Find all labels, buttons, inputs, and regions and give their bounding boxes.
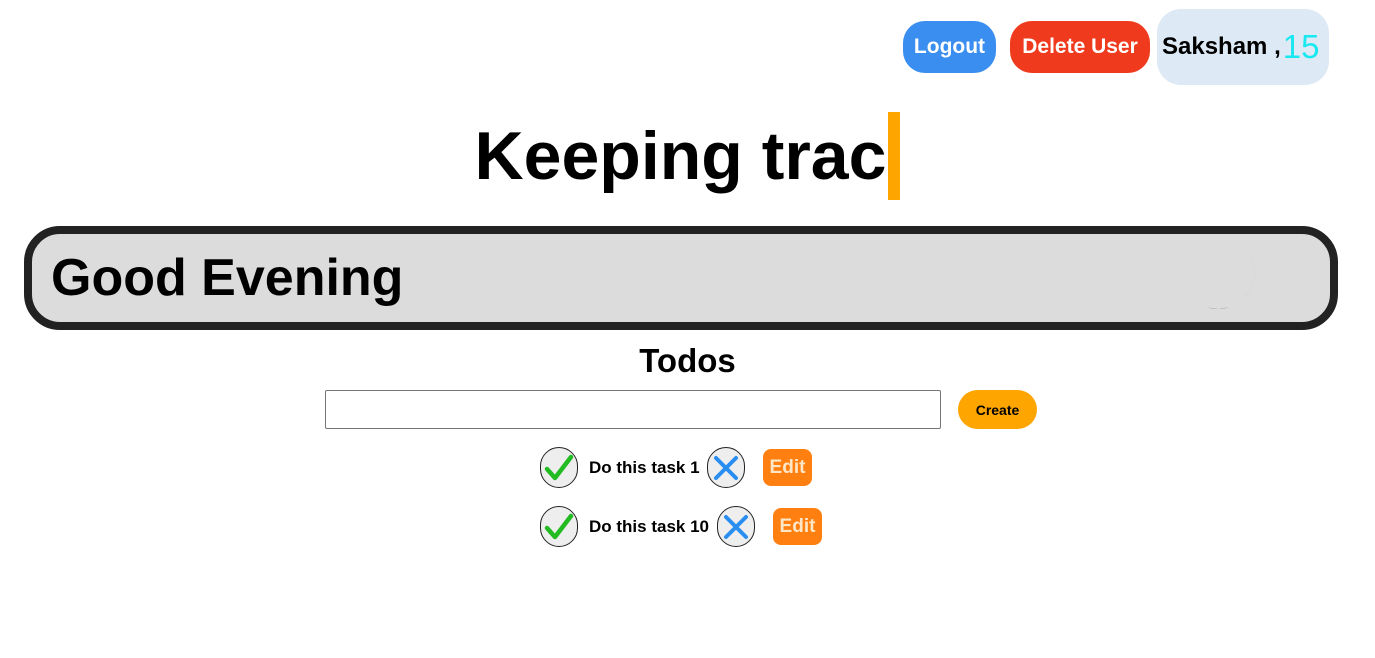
check-icon: [544, 513, 574, 539]
edit-button[interactable]: Edit: [763, 449, 812, 486]
typewriter-heading: Keeping trac: [0, 112, 1375, 200]
user-age: 15: [1282, 28, 1320, 65]
delete-todo-button[interactable]: [707, 447, 745, 488]
todo-input[interactable]: [325, 390, 941, 429]
create-button[interactable]: Create: [958, 390, 1037, 429]
todo-text: Do this task 1: [589, 458, 700, 477]
top-bar: Logout Delete User Saksham , 15: [0, 9, 1375, 85]
complete-button[interactable]: [540, 506, 578, 547]
close-icon: [724, 514, 748, 539]
logout-button[interactable]: Logout: [903, 21, 996, 73]
todo-item: Do this task 10 Edit: [0, 506, 1375, 548]
check-icon: [544, 454, 574, 480]
moon-icon: [1192, 246, 1255, 309]
close-icon: [714, 455, 738, 480]
delete-user-button[interactable]: Delete User: [1010, 21, 1150, 73]
typewriter-text: Keeping trac: [474, 118, 887, 194]
todos-title: Todos: [639, 342, 736, 379]
greeting-banner: Good Evening: [24, 226, 1338, 330]
todo-text: Do this task 10: [589, 517, 709, 536]
typewriter-caret: [888, 112, 901, 200]
user-name: Saksham ,: [1162, 33, 1281, 60]
complete-button[interactable]: [540, 447, 578, 488]
edit-button[interactable]: Edit: [773, 508, 822, 545]
greeting-text: Good Evening: [51, 249, 404, 307]
todo-item: Do this task 1 Edit: [0, 447, 1375, 489]
delete-todo-button[interactable]: [717, 506, 755, 547]
user-chip: Saksham , 15: [1157, 9, 1329, 85]
